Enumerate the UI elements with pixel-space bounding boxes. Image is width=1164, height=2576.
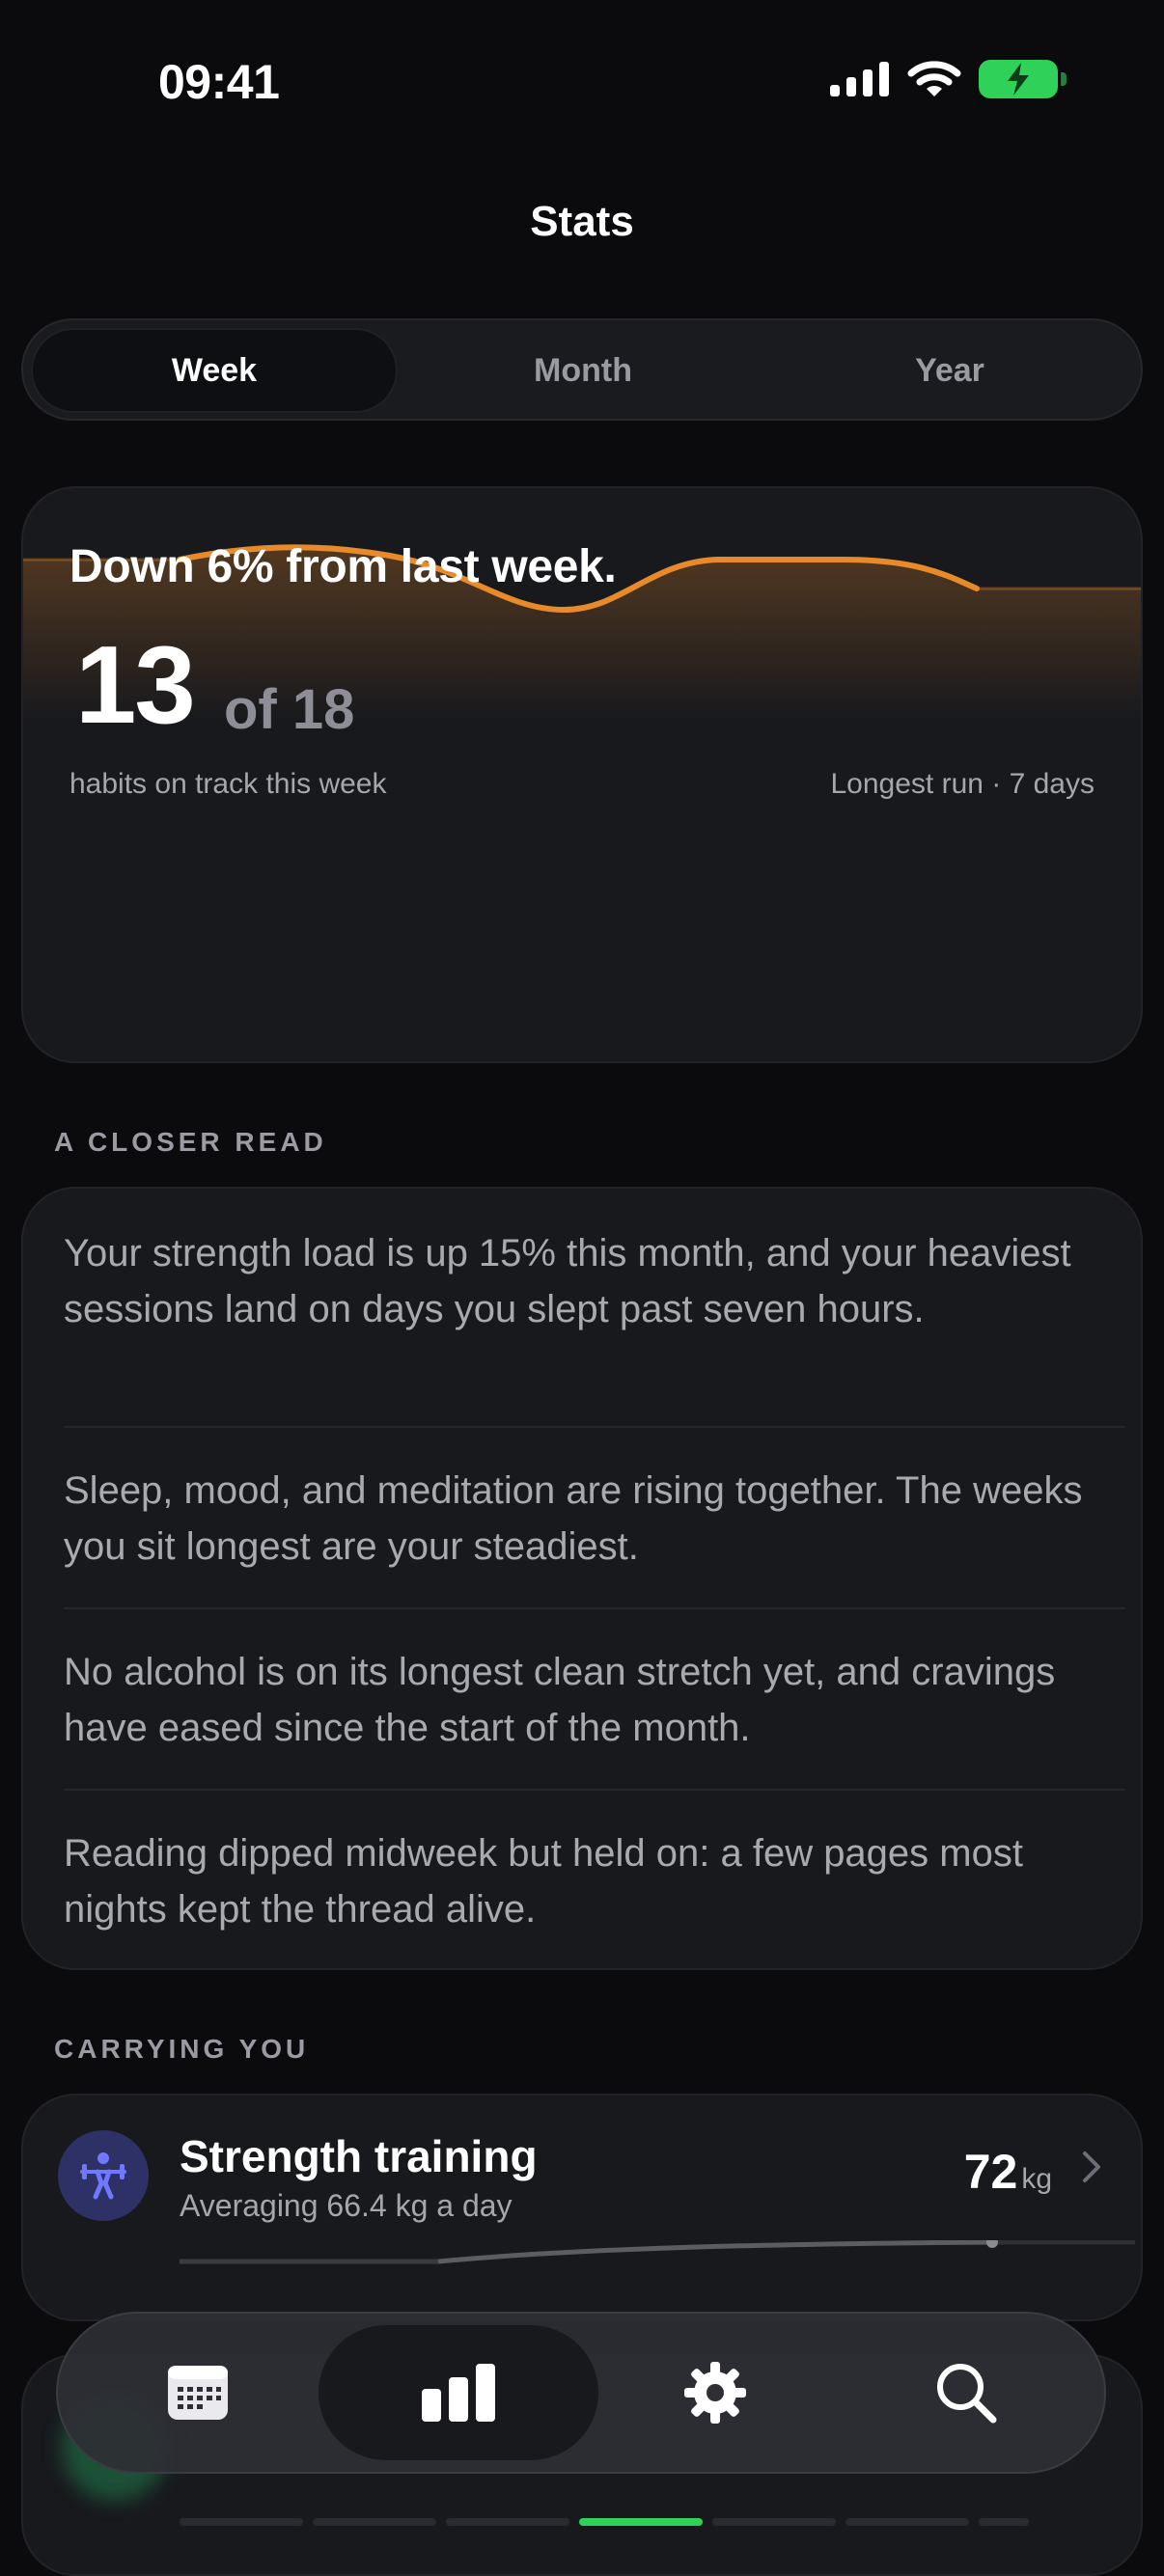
- insight-item: No alcohol is on its longest clean stret…: [64, 1651, 1056, 1749]
- insight-item: Your strength load is up 15% this month,…: [64, 1232, 1071, 1330]
- week-progress-segments: [180, 2518, 1029, 2526]
- cellular-signal-icon: [830, 62, 889, 96]
- habit-value-unit: kg: [1021, 2163, 1052, 2195]
- segment-month[interactable]: Month: [402, 330, 764, 411]
- habit-value-number: 72: [963, 2145, 1018, 2199]
- gear-icon: [684, 2362, 746, 2424]
- progress-segment: [446, 2518, 569, 2526]
- progress-segment: [313, 2518, 436, 2526]
- search-icon: [937, 2364, 997, 2424]
- tab-stats[interactable]: [319, 2325, 598, 2460]
- chevron-right-icon: [1083, 2151, 1100, 2182]
- progress-segment: [180, 2518, 303, 2526]
- divider: [64, 1607, 1125, 1609]
- progress-segment-active: [579, 2518, 703, 2526]
- habit-card-strength-training[interactable]: Strength training Averaging 66.4 kg a da…: [21, 2094, 1143, 2321]
- divider: [64, 1426, 1125, 1428]
- calendar-icon: [168, 2366, 228, 2420]
- progress-segment: [979, 2518, 1029, 2526]
- habits-total: of 18: [224, 678, 355, 741]
- insights-card: Your strength load is up 15% this month,…: [21, 1187, 1143, 1970]
- habit-value: 72 kg: [964, 2144, 1052, 2200]
- status-time: 09:41: [158, 55, 280, 109]
- tab-calendar[interactable]: [58, 2325, 338, 2460]
- insight-item: Reading dipped midweek but held on: a fe…: [64, 1832, 1023, 1931]
- progress-segment: [845, 2518, 969, 2526]
- tab-search[interactable]: [826, 2325, 1106, 2460]
- summary-caption: habits on track this week: [69, 768, 387, 800]
- habit-subtitle: Averaging 66.4 kg a day: [180, 2188, 513, 2223]
- section-label-closer-read: A CLOSER READ: [54, 1127, 327, 1157]
- status-icons: [830, 60, 1067, 98]
- progress-segment: [712, 2518, 836, 2526]
- longest-run: Longest run · 7 days: [830, 768, 1095, 800]
- segment-week[interactable]: Week: [33, 330, 396, 411]
- weightlifter-icon: [58, 2130, 149, 2221]
- bar-chart-icon: [422, 2364, 495, 2422]
- habit-title: Strength training: [180, 2131, 538, 2181]
- segment-year[interactable]: Year: [768, 330, 1131, 411]
- habits-on-track-count: 13: [75, 624, 196, 747]
- habit-trend-line: [180, 2240, 1135, 2264]
- wifi-icon: [907, 61, 961, 96]
- page-title: Stats: [530, 198, 634, 245]
- period-segmented-control: Week Month Year: [21, 318, 1143, 421]
- divider: [64, 1789, 1125, 1791]
- summary-headline: Down 6% from last week.: [69, 541, 617, 592]
- bottom-tab-bar: [56, 2312, 1106, 2474]
- insight-item: Sleep, mood, and meditation are rising t…: [64, 1469, 1083, 1568]
- weekly-summary-card[interactable]: Down 6% from last week. 13 of 18 habits …: [21, 486, 1143, 1063]
- battery-icon: [979, 60, 1067, 98]
- tab-settings[interactable]: [575, 2325, 855, 2460]
- section-label-carrying-you: CARRYING YOU: [54, 2034, 310, 2064]
